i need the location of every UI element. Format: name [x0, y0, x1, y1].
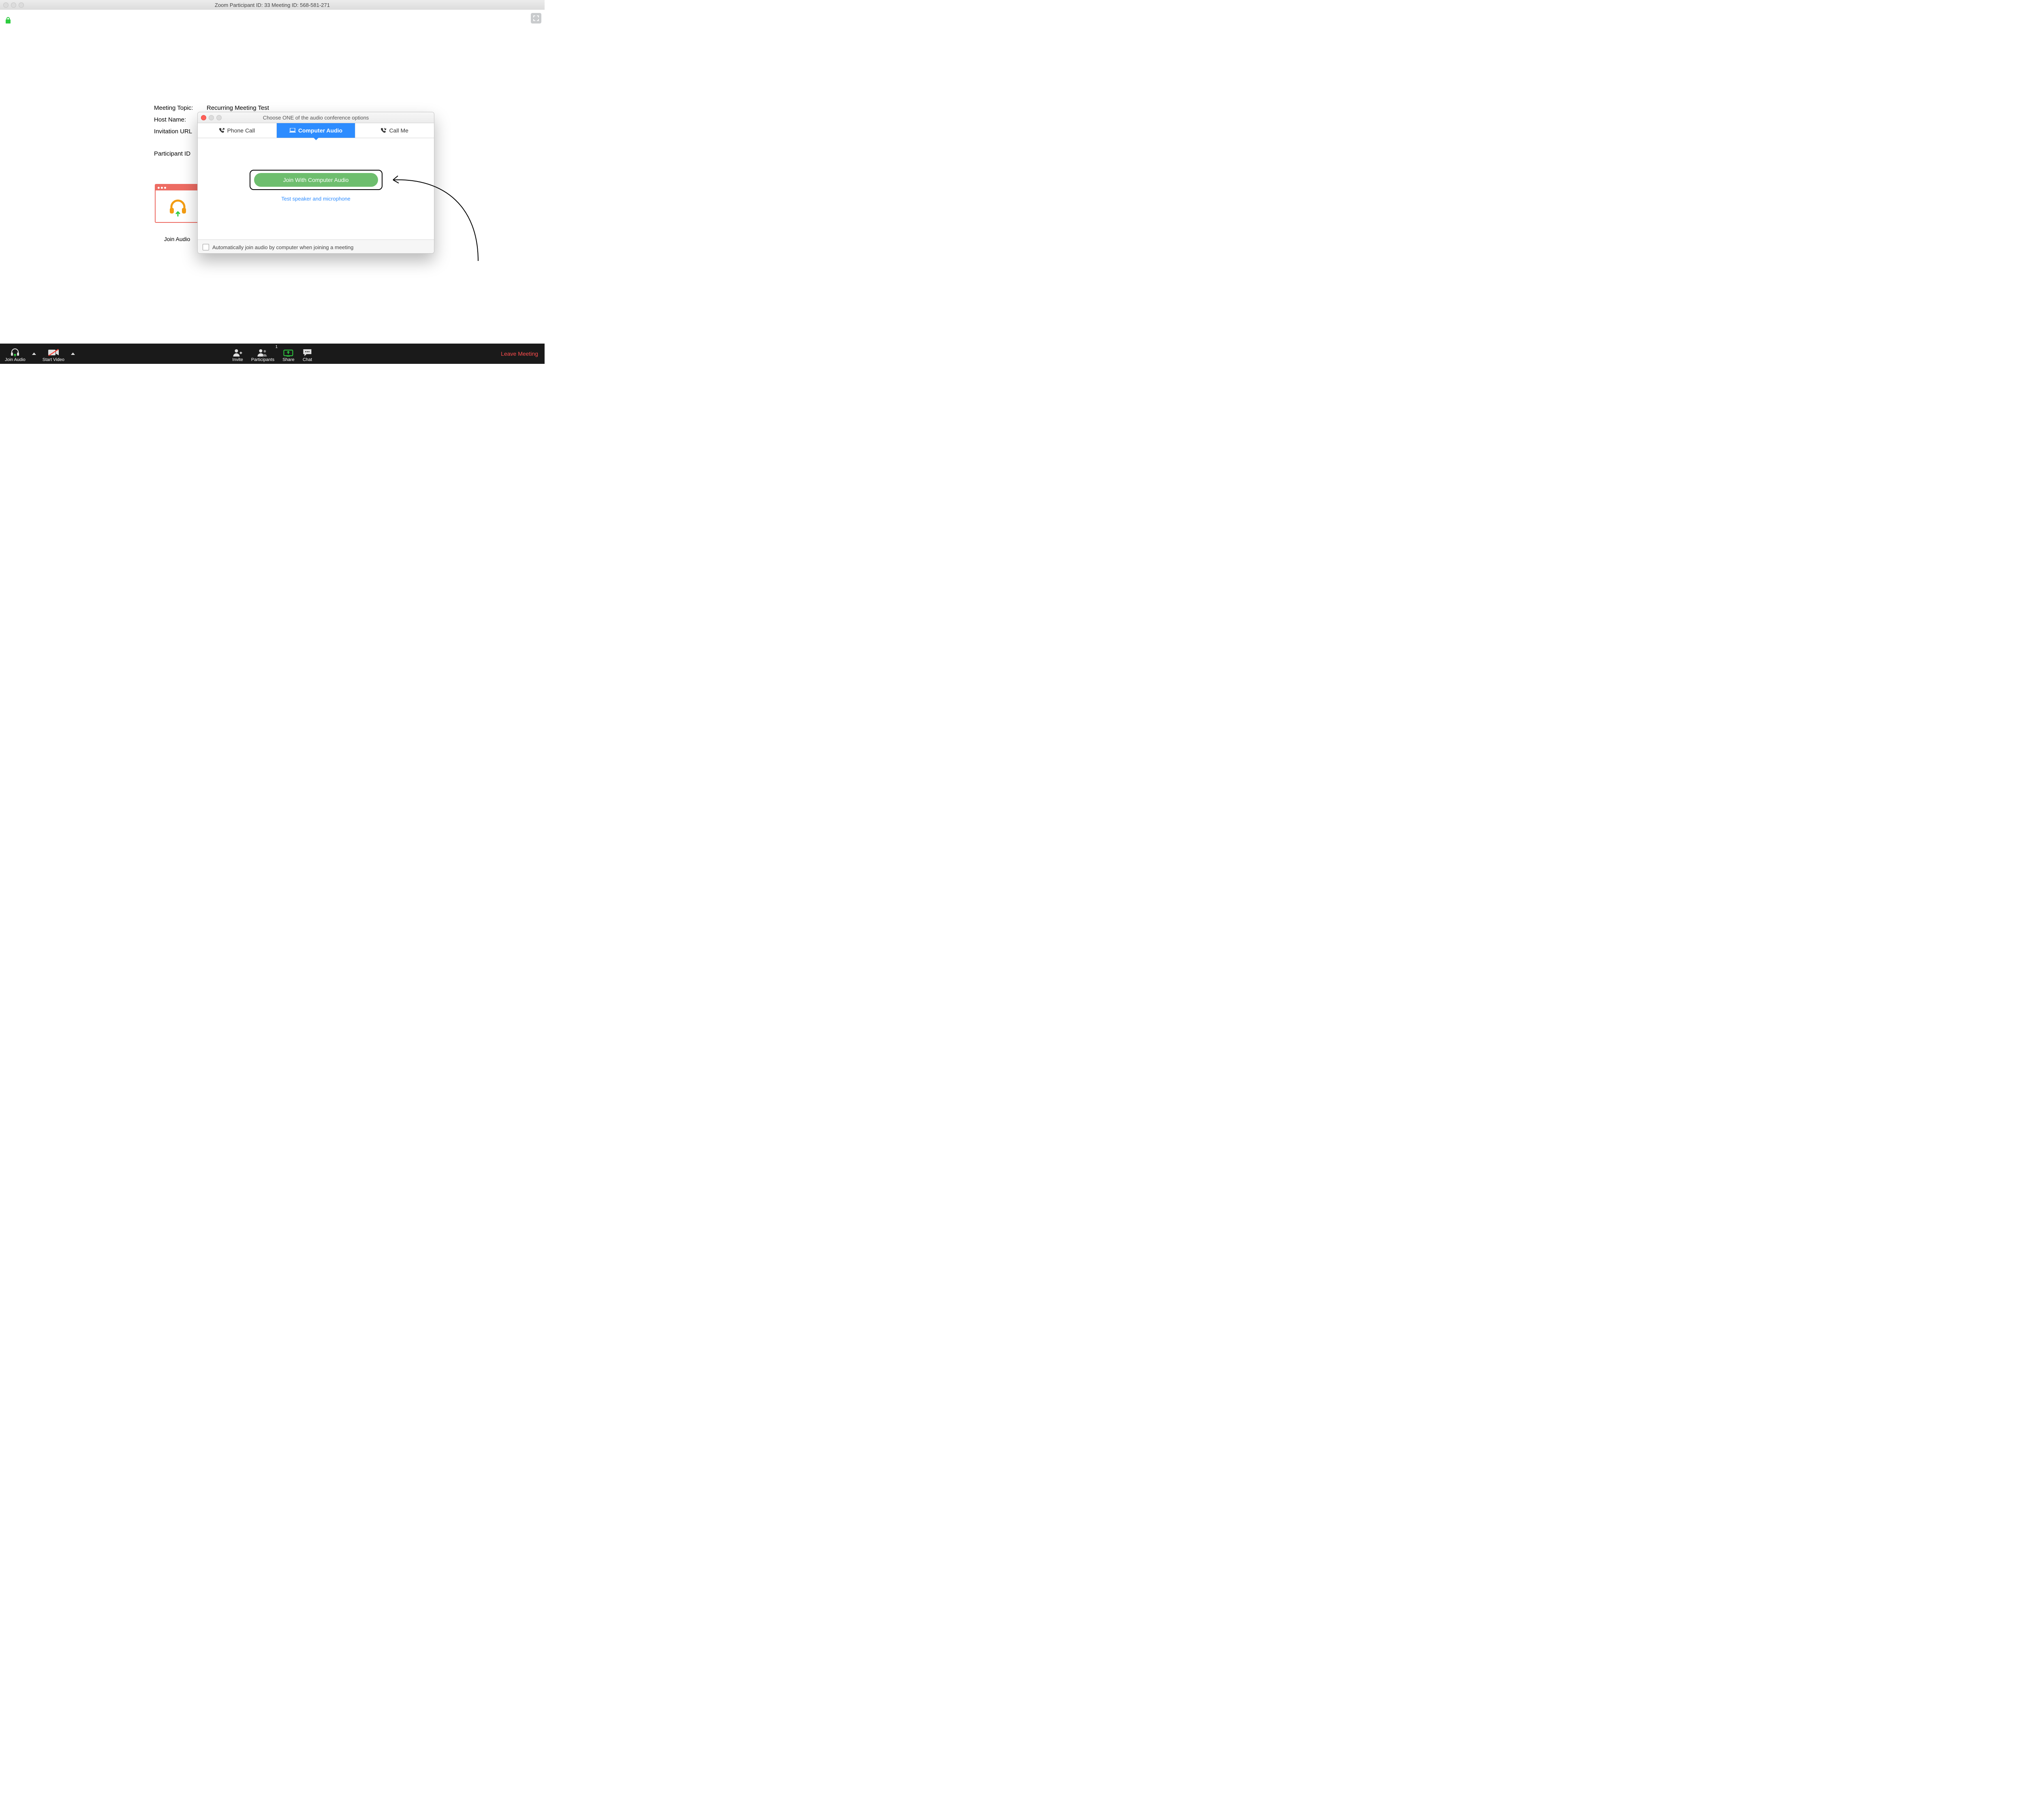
tab-phone-call-label: Phone Call — [227, 127, 255, 134]
invite-icon — [233, 348, 243, 357]
share-button[interactable]: Share — [278, 344, 298, 364]
start-video-label: Start Video — [43, 357, 64, 362]
share-screen-icon — [284, 348, 293, 357]
tab-call-me-label: Call Me — [389, 127, 408, 134]
zoom-window-icon[interactable] — [19, 2, 24, 8]
test-speaker-mic-link[interactable]: Test speaker and microphone — [281, 196, 350, 202]
window-title: Zoom Participant ID: 33 Meeting ID: 568-… — [0, 2, 545, 8]
leave-meeting-button[interactable]: Leave Meeting — [501, 350, 538, 357]
encryption-lock-icon[interactable] — [5, 16, 11, 24]
video-menu-caret[interactable] — [68, 344, 77, 364]
audio-tabs: Phone Call Computer Audio Call Me — [198, 123, 434, 138]
chevron-up-icon — [32, 352, 36, 355]
participants-label: Participants — [251, 357, 274, 362]
chat-label: Chat — [303, 357, 312, 362]
join-audio-button[interactable]: Join Audio — [1, 344, 30, 364]
phone-icon — [219, 128, 225, 133]
close-window-icon[interactable] — [3, 2, 9, 8]
meeting-toolbar: Join Audio Start Video Invite — [0, 344, 545, 364]
tab-call-me[interactable]: Call Me — [355, 123, 434, 138]
minimize-window-icon[interactable] — [11, 2, 16, 8]
modal-close-icon[interactable] — [201, 115, 206, 120]
headphones-icon — [10, 348, 20, 357]
chat-button[interactable]: Chat — [299, 344, 316, 364]
modal-titlebar: Choose ONE of the audio conference optio… — [198, 112, 434, 123]
audio-menu-caret[interactable] — [30, 344, 38, 364]
auto-join-audio-checkbox[interactable] — [203, 244, 209, 250]
join-audio-label: Join Audio — [5, 357, 26, 362]
tab-computer-audio-label: Computer Audio — [298, 127, 342, 134]
video-off-icon — [48, 348, 59, 357]
modal-zoom-icon — [216, 115, 222, 120]
join-audio-tile[interactable] — [155, 184, 201, 223]
join-with-computer-audio-button[interactable]: Join With Computer Audio — [254, 173, 378, 187]
share-label: Share — [282, 357, 294, 362]
laptop-icon — [289, 128, 296, 133]
tile-header-icon — [156, 185, 200, 190]
tab-phone-call[interactable]: Phone Call — [198, 123, 277, 138]
enter-fullscreen-button[interactable] — [531, 13, 541, 23]
modal-title: Choose ONE of the audio conference optio… — [198, 115, 434, 121]
chevron-up-icon — [71, 352, 75, 355]
headphones-icon — [156, 190, 200, 222]
meeting-topic-label: Meeting Topic: — [154, 105, 207, 111]
meeting-topic-value: Recurring Meeting Test — [207, 105, 269, 111]
tab-computer-audio[interactable]: Computer Audio — [277, 123, 356, 138]
window-titlebar: Zoom Participant ID: 33 Meeting ID: 568-… — [0, 0, 545, 10]
participants-button[interactable]: 1 Participants — [247, 344, 278, 364]
participants-icon — [257, 348, 268, 357]
join-audio-tile-label: Join Audio — [155, 236, 199, 242]
auto-join-audio-label: Automatically join audio by computer whe… — [212, 244, 353, 250]
chat-icon — [303, 348, 312, 357]
meeting-stage: Meeting Topic: Recurring Meeting Test Ho… — [0, 10, 545, 344]
invite-button[interactable]: Invite — [228, 344, 247, 364]
window-traffic-lights — [0, 2, 24, 8]
start-video-button[interactable]: Start Video — [38, 344, 68, 364]
audio-options-modal: Choose ONE of the audio conference optio… — [197, 112, 434, 254]
modal-minimize-icon — [209, 115, 214, 120]
invite-label: Invite — [232, 357, 243, 362]
participants-count: 1 — [276, 345, 278, 349]
phone-in-icon — [381, 128, 387, 133]
annotation-highlight-box: Join With Computer Audio — [250, 170, 383, 190]
